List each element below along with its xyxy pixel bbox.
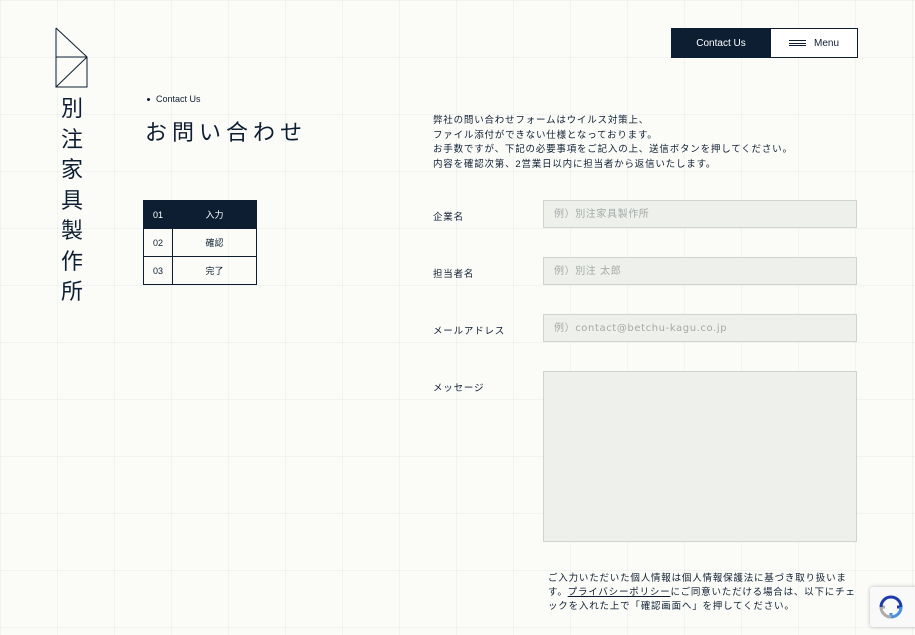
hamburger-icon (788, 40, 806, 46)
step-label: 入力 (172, 200, 257, 229)
step-label: 完了 (172, 256, 257, 285)
brand-char: 注 (60, 127, 83, 153)
recaptcha-badge[interactable] (870, 587, 915, 627)
step-row-complete: 03 完了 (143, 256, 257, 285)
email-input[interactable] (543, 314, 857, 342)
company-label: 企業名 (433, 212, 464, 223)
step-number: 01 (143, 200, 173, 229)
step-indicator: 01 入力 02 確認 03 完了 (143, 200, 257, 285)
menu-label: Menu (813, 37, 839, 49)
recaptcha-icon (879, 595, 903, 619)
contact-us-label: Contact Us (696, 37, 746, 49)
brand-char: 別 (60, 97, 83, 122)
privacy-policy-link[interactable]: プライバシーポリシー (568, 587, 671, 598)
person-label: 担当者名 (433, 269, 475, 280)
step-row-input: 01 入力 (143, 200, 257, 229)
brand-char: 作 (60, 249, 83, 275)
page-title: お問い合わせ (145, 121, 308, 146)
intro-line: 内容を確認次第、2営業日以内に担当者から返信いたします。 (433, 158, 717, 170)
intro-line: 弊社の問い合わせフォームはウイルス対策上、 (433, 115, 650, 126)
brand-char: 製 (60, 219, 83, 244)
company-input[interactable] (543, 200, 857, 228)
privacy-notice: ご入力いただいた個人情報は個人情報保護法に基づき取り扱います。プライバシーポリシ… (548, 572, 858, 614)
breadcrumb-current: Contact Us (156, 94, 201, 104)
step-label: 確認 (172, 228, 257, 257)
menu-button[interactable]: Menu (771, 28, 858, 58)
message-textarea[interactable] (543, 371, 857, 542)
brand-char: 家 (60, 158, 83, 183)
step-row-confirm: 02 確認 (143, 228, 257, 257)
brand-char: 具 (60, 188, 83, 214)
intro-line: お手数ですが、下記の必要事項をご記入の上、送信ボタンを押してください。 (433, 144, 793, 155)
contact-us-button[interactable]: Contact Us (671, 28, 771, 58)
bullet-icon (147, 97, 150, 101)
step-number: 03 (143, 256, 173, 285)
intro-text: 弊社の問い合わせフォームはウイルス対策上、 ファイル添付ができない仕様となってお… (433, 114, 793, 172)
logo-mark-icon[interactable] (55, 27, 88, 88)
person-name-input[interactable] (543, 257, 857, 285)
message-label: メッセージ (433, 383, 485, 394)
intro-line: ファイル添付ができない仕様となっております。 (433, 129, 658, 141)
brand-name-vertical[interactable]: 別 注 家 具 製 作 所 (56, 95, 88, 309)
header-actions: Contact Us Menu (671, 28, 858, 58)
email-label: メールアドレス (433, 326, 506, 337)
step-number: 02 (143, 228, 173, 257)
breadcrumb: Contact Us (147, 94, 201, 104)
brand-char: 所 (60, 280, 83, 305)
